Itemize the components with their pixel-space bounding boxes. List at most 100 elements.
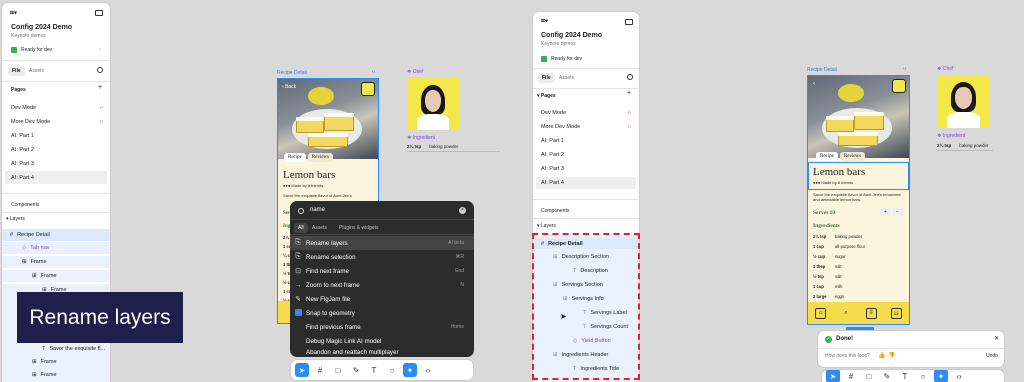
layer-item[interactable]: T Savor the exquisite fl... [42,344,105,354]
text-tool-icon[interactable]: T [898,370,912,382]
ready-chevron-icon[interactable]: › [99,47,101,53]
dev-mode-icon[interactable]: ‹› [421,363,435,377]
clear-icon[interactable]: × [459,207,466,214]
quick-actions-input[interactable]: name [310,207,325,213]
layer-selected[interactable]: # Recipe Detail [2,229,110,241]
search-icon[interactable] [627,74,633,80]
components-heading[interactable]: Components [11,202,39,208]
menu-item-rename-selection[interactable]: ⎘ Rename selection ⌘R [290,250,474,264]
project-name[interactable]: Config 2024 Demo [11,24,72,31]
move-tool-icon[interactable]: ➤ [295,363,309,377]
menu-item-snap-geometry[interactable]: Snap to geometry [290,306,474,320]
thumbs-up-icon[interactable]: 👍 [878,352,885,359]
page-item[interactable]: AI: Part 2 [541,150,635,160]
tab-recipe[interactable]: Recipe [284,153,306,162]
ingredient-row: 1 cup milk [813,284,843,289]
search-icon[interactable] [97,67,103,73]
chef-image[interactable] [937,75,990,128]
page-item-active[interactable]: AI: Part 4 [536,177,636,189]
decrement-button[interactable]: − [891,208,903,216]
pen-tool-icon[interactable]: ✎ [349,363,363,377]
sidebar-toggle-icon[interactable] [95,10,103,16]
menu-item-new-figjam[interactable]: ✎ New FigJam file [290,292,474,306]
page-item[interactable]: Dev Mode ‹› [11,103,107,113]
bottom-toolbar: ➤ # □ ✎ T ○ ✦ ‹› [822,370,1004,382]
project-name[interactable]: Config 2024 Demo [541,32,602,39]
frame-label-recipe[interactable]: Recipe Detail [807,67,837,73]
frame-tool-icon[interactable]: # [313,363,327,377]
layer-item[interactable]: ⊞ Frame [2,256,110,268]
page-item[interactable]: AI: Part 1 [11,131,107,141]
tab-file[interactable]: File [8,66,25,76]
frame-label-recipe[interactable]: Recipe Detail [277,70,307,76]
chef-image[interactable] [407,78,459,130]
dev-mode-icon[interactable]: ‹› [952,370,966,382]
frame-tool-icon[interactable]: # [844,370,858,382]
ready-for-dev[interactable]: Ready for dev [21,47,52,53]
back-button[interactable]: ‹ Back [282,84,296,90]
ingredient-preview[interactable]: 2¼ tsp baking powder [407,144,500,152]
comment-tool-icon[interactable]: ○ [385,363,399,377]
menu-item-rename-layers[interactable]: ⎘ Rename layers AI beta [290,236,474,250]
avatar[interactable] [361,82,375,96]
tab-reviews[interactable]: Reviews [307,153,334,162]
shape-tool-icon[interactable]: □ [862,370,876,382]
ingredient-row: 2¼ tsp baking powder [813,234,863,239]
page-item[interactable]: Dev Mode ‹› [541,108,635,118]
text-tool-icon[interactable]: T [367,363,381,377]
layer-item[interactable]: ⊞ Frame [32,370,57,380]
page-item[interactable]: AI: Part 3 [11,159,107,169]
menu-item-debug-magic-link[interactable]: Debug Magic Link AI model [290,334,474,348]
shape-tool-icon[interactable]: □ [331,363,345,377]
components-heading[interactable]: Components [541,208,569,214]
actions-tool-icon[interactable]: ✦ [934,370,948,382]
page-item[interactable]: AI: Part 3 [541,164,635,174]
back-icon[interactable]: ‹ [813,81,815,87]
move-tool-icon[interactable]: ➤ [826,370,840,382]
recipe-card[interactable]: ‹ Recipe Reviews Lemon bars ●●● Made by … [807,75,910,325]
layer-item[interactable]: ⊞ Frame [32,357,57,367]
home-icon[interactable]: ⌂ [815,307,827,319]
figma-menu-icon[interactable]: ⌗▾ [10,10,17,18]
tab-all[interactable]: All [294,223,308,233]
search-icon[interactable]: ⌕ [840,308,851,319]
avatar[interactable] [892,79,906,93]
layer-item[interactable]: ⊞ Frame [2,270,110,282]
code-icon[interactable]: ‹› [903,66,906,72]
menu-item-zoom-next-frame[interactable]: → Zoom to next frame N [290,278,474,292]
page-item[interactable]: More Dev Mode ‹› [11,117,107,127]
sidebar-toggle-icon[interactable] [625,19,633,25]
add-page-icon[interactable]: + [627,90,631,97]
add-page-icon[interactable]: + [98,84,102,91]
close-icon[interactable]: ✕ [994,335,999,342]
menu-item-find-next-frame[interactable]: ⊡ Find next frame End [290,264,474,278]
menu-item-abandon-reattach[interactable]: Abandon and reattach multiplayer [290,348,474,357]
layers-heading: ▾ Layers [537,223,556,229]
comment-tool-icon[interactable]: ○ [916,370,930,382]
yield-stepper[interactable]: + − [880,208,903,216]
layer-item[interactable]: ◇ Tab nav [2,242,110,254]
page-item[interactable]: AI: Part 1 [541,136,635,146]
pen-tool-icon[interactable]: ✎ [880,370,894,382]
tab-assets[interactable]: Assets [29,68,44,74]
actions-tool-icon[interactable]: ✦ [403,363,417,377]
ingredient-preview[interactable]: 2¼ tsp baking powder [937,143,993,151]
basket-icon[interactable]: ⊔ [890,307,902,319]
tab-assets[interactable]: Assets [312,225,327,231]
figma-menu-icon[interactable]: ⌗▾ [541,18,548,26]
ready-for-dev[interactable]: Ready for dev [551,56,582,62]
tab-file[interactable]: File [538,73,555,83]
menu-item-find-prev-frame[interactable]: Find previous frame Home [290,320,474,334]
tab-recipe[interactable]: Recipe [816,152,838,161]
page-item-active[interactable]: AI: Part 4 [5,171,107,184]
tab-reviews[interactable]: Reviews [839,152,866,161]
undo-button[interactable]: Undo [986,353,998,359]
tab-plugins[interactable]: Plugins & widgets [339,225,378,231]
page-item[interactable]: More Dev Mode ‹› [541,122,635,132]
page-item[interactable]: AI: Part 2 [11,145,107,155]
code-icon[interactable]: ‹› [372,69,375,75]
thumbs-down-icon[interactable]: 👎 [888,352,895,359]
tab-assets[interactable]: Assets [559,75,574,81]
list-icon[interactable]: ≡ [865,307,877,319]
increment-button[interactable]: + [880,208,891,216]
